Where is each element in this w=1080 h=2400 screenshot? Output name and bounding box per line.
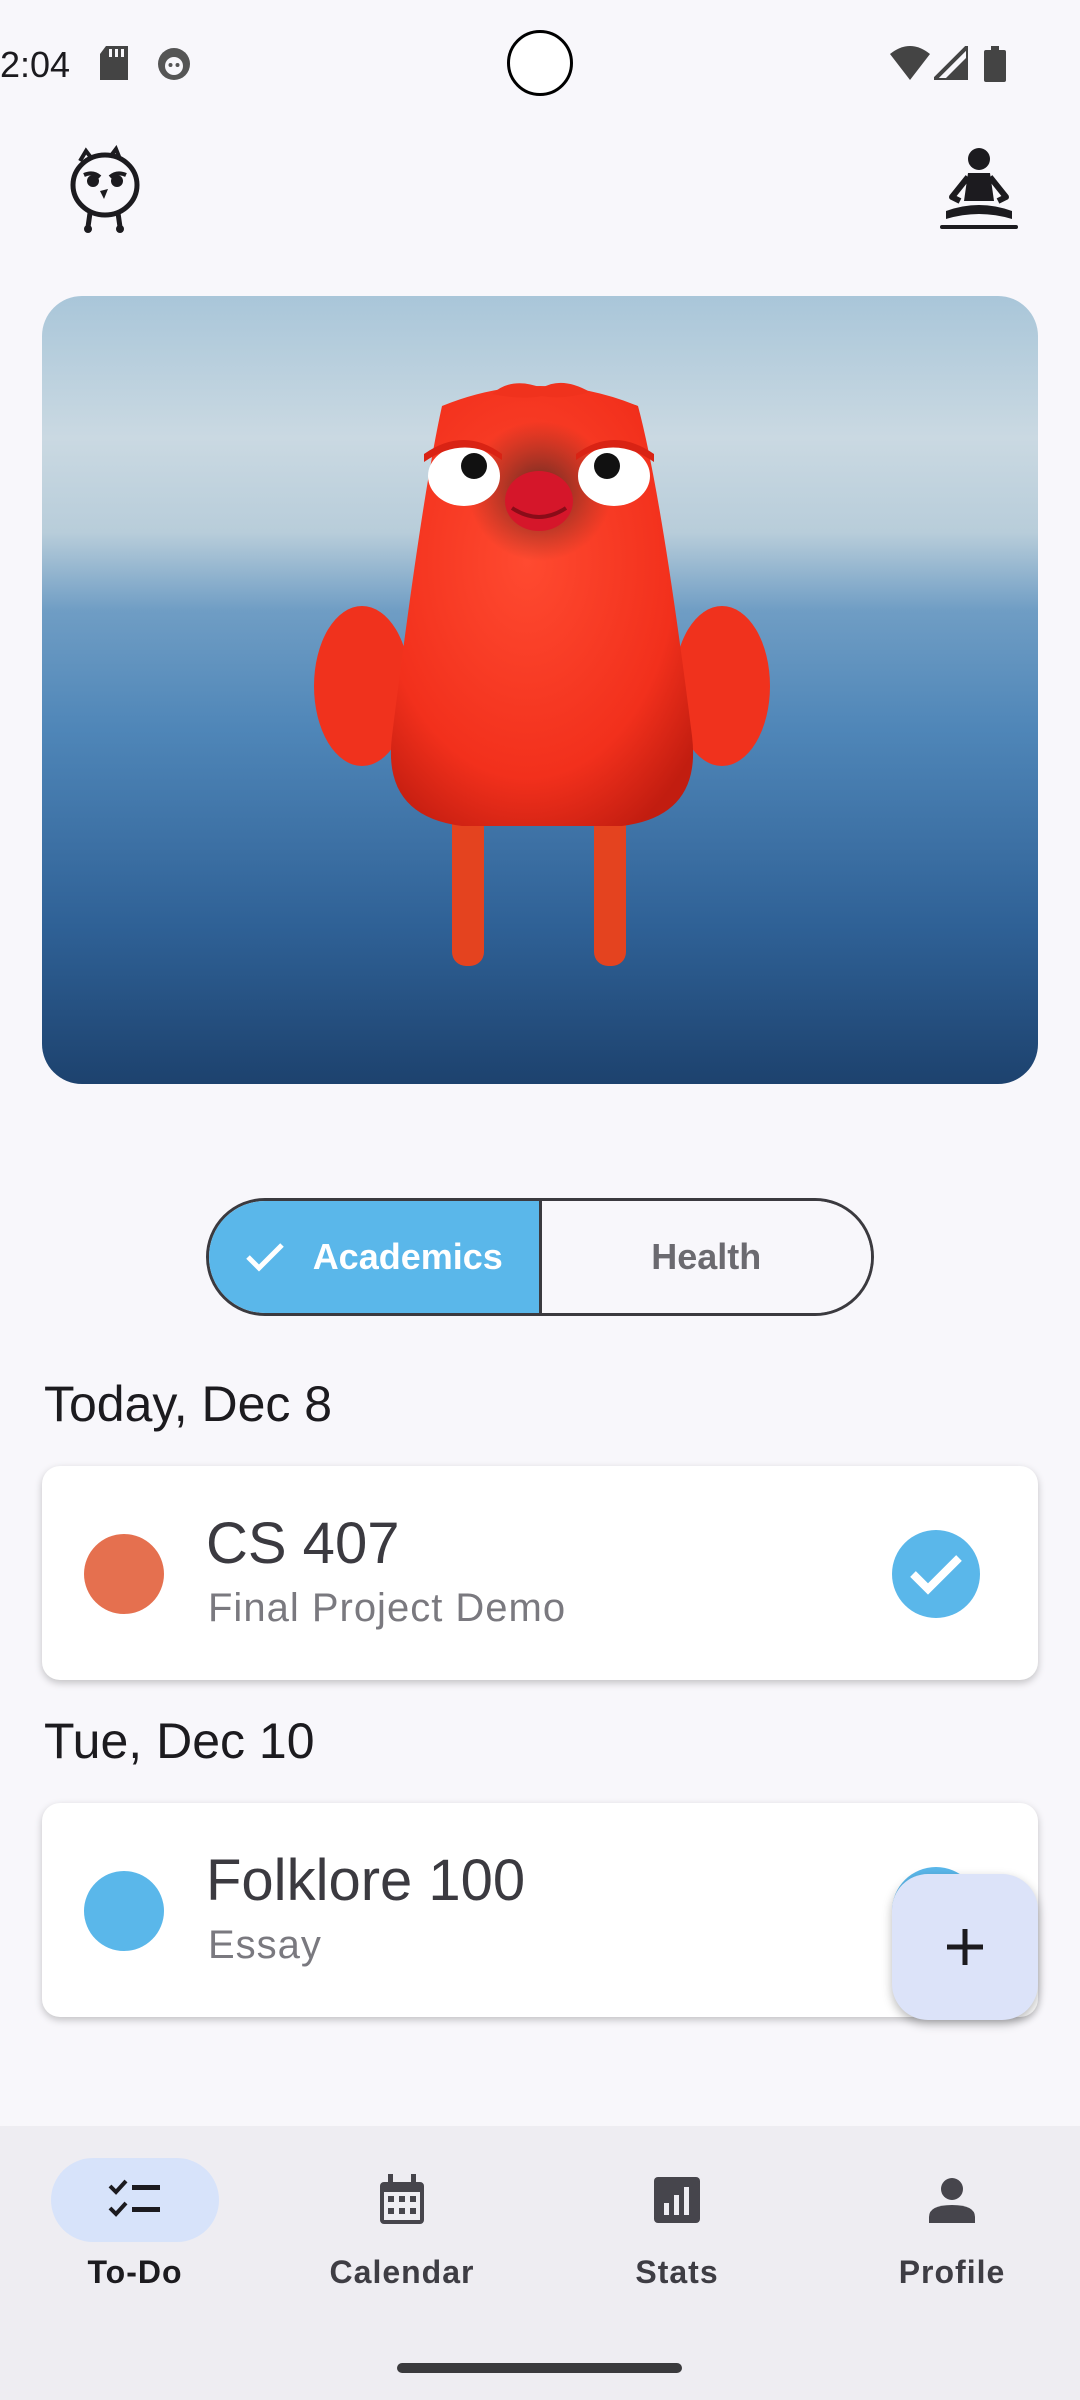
task-color-dot [84,1871,164,1951]
signal-icon [934,46,968,80]
bird-mascot-icon[interactable] [60,144,150,235]
task-title: CS 407 [206,1511,400,1576]
nav-item-calendar[interactable]: Calendar [267,2126,537,2326]
nav-pill [318,2158,486,2242]
task-color-dot [84,1534,164,1614]
date-header-today: Today, Dec 8 [44,1376,333,1432]
nav-item-todo[interactable]: To-Do [0,2126,270,2326]
nav-label-calendar: Calendar [329,2254,475,2290]
camera-cutout [507,30,573,96]
nav-label-todo: To-Do [87,2254,183,2290]
wifi-icon [890,46,930,80]
nav-label-stats: Stats [635,2254,719,2290]
task-title: Folklore 100 [206,1848,526,1913]
person-icon [929,2178,975,2223]
home-indicator[interactable] [397,2363,682,2373]
nav-label-profile: Profile [898,2254,1006,2290]
nav-item-stats[interactable]: Stats [542,2126,812,2326]
task-complete-checkbox[interactable] [892,1530,980,1618]
nav-pill [593,2158,761,2242]
add-task-button[interactable] [892,1874,1038,2020]
task-subtitle: Final Project Demo [208,1586,567,1630]
nav-pill-active [51,2158,219,2242]
status-time: 2:04 [0,44,71,85]
task-subtitle: Essay [208,1923,322,1967]
meditation-icon[interactable] [934,145,1024,235]
toggle-academics-label: Academics [312,1236,503,1277]
nav-item-profile[interactable]: Profile [817,2126,1080,2326]
nav-pill [868,2158,1036,2242]
notification-app-icon [158,48,190,80]
calendar-icon [380,2174,424,2224]
toggle-academics[interactable]: Academics [209,1201,539,1313]
category-toggle: Academics Health [206,1198,874,1316]
task-card[interactable]: Folklore 100 Essay [42,1803,1038,2017]
sd-card-icon [100,46,128,80]
plus-icon [947,1929,983,1965]
checklist-icon [108,2179,160,2217]
hero-character-image [42,296,1038,1084]
battery-icon [984,46,1006,82]
check-icon [245,1243,284,1272]
status-bar: 2:04 [0,0,1080,130]
check-icon [910,1555,962,1595]
bar-chart-icon [654,2177,700,2223]
bottom-navigation: To-Do Calendar Stats Profile [0,2126,1080,2400]
task-card[interactable]: CS 407 Final Project Demo [42,1466,1038,1680]
date-header-tue: Tue, Dec 10 [44,1713,315,1769]
toggle-health[interactable]: Health [538,1201,871,1313]
toggle-health-label: Health [651,1236,762,1277]
